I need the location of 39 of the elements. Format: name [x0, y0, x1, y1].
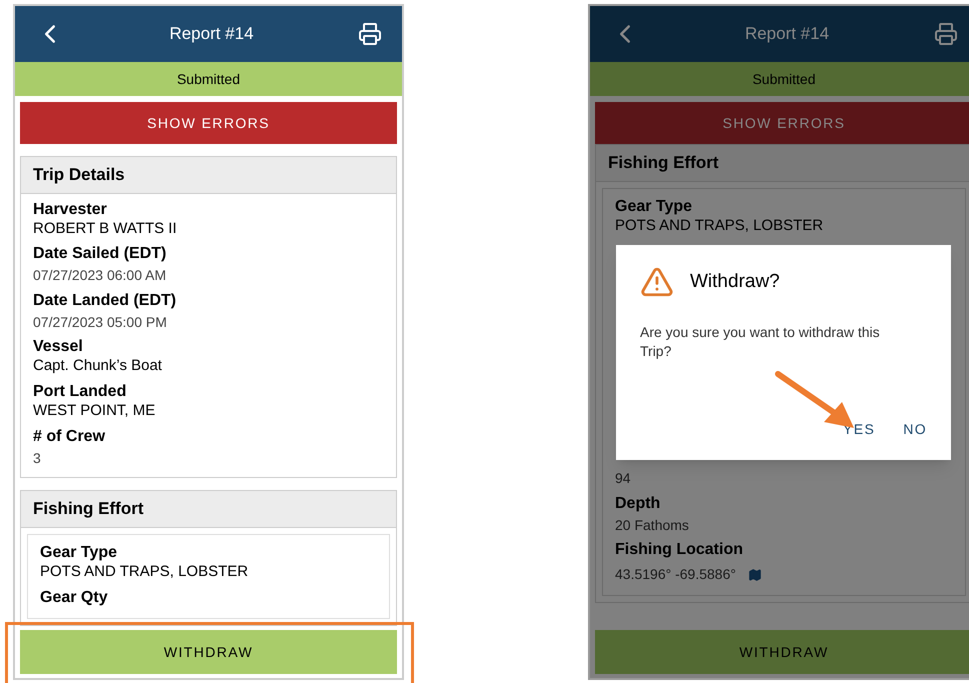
field-label: Gear Type	[615, 196, 694, 216]
field-label: Vessel	[33, 337, 84, 358]
field-value: ROBERT B WATTS II	[33, 220, 178, 238]
field-value: 94	[615, 470, 632, 488]
dialog-action[interactable]: NO	[895, 415, 935, 444]
field-label: Harvester	[33, 200, 108, 220]
field-label: Fishing Location	[615, 540, 744, 560]
section-title: Fishing Effort	[596, 145, 969, 182]
field-label: Port Landed	[33, 382, 128, 402]
field-value: 43.5196° -69.5886°	[615, 565, 736, 584]
withdraw-button[interactable]: WITHDRAW	[20, 630, 397, 674]
show-errors-button[interactable]: SHOW ERRORS	[20, 102, 397, 144]
field-label: Gear Type	[40, 542, 118, 563]
status-bar: Submitted	[15, 62, 402, 96]
field-value: 07/27/2023 05:00 PM	[33, 314, 168, 332]
warning-icon	[640, 265, 674, 299]
map-icon[interactable]	[748, 568, 762, 582]
field-value: 20 Fathoms	[615, 516, 690, 534]
show-errors-button[interactable]: SHOW ERRORS	[595, 102, 969, 144]
header-title: Report #14	[744, 23, 830, 46]
field-value: POTS AND TRAPS, LOBSTER	[615, 216, 824, 236]
field-label: Depth	[615, 494, 662, 514]
section-title: Fishing Effort	[21, 491, 396, 528]
field-value: Capt. Chunk’s Boat	[33, 357, 163, 376]
print-icon[interactable]	[358, 22, 382, 46]
status-bar: Submitted	[590, 62, 969, 96]
field-value: 3	[33, 450, 42, 468]
field-value: 07/27/2023 06:00 AM	[33, 267, 168, 285]
field-label: Date Sailed (EDT)	[33, 244, 168, 264]
field-value: POTS AND TRAPS, LOBSTER	[40, 562, 250, 582]
dialog-message: Are you sure you want to withdraw this Trip?	[639, 323, 881, 362]
dialog-title: Withdraw?	[690, 270, 780, 294]
print-icon[interactable]	[934, 22, 958, 46]
section-title: Trip Details	[21, 157, 396, 194]
field-label: # of Crew	[33, 426, 106, 447]
header-title: Report #14	[169, 23, 254, 46]
field-label: Gear Qty	[40, 588, 109, 608]
field-value: WEST POINT, ME	[33, 402, 156, 421]
field-label: Date Landed (EDT)	[33, 290, 178, 311]
